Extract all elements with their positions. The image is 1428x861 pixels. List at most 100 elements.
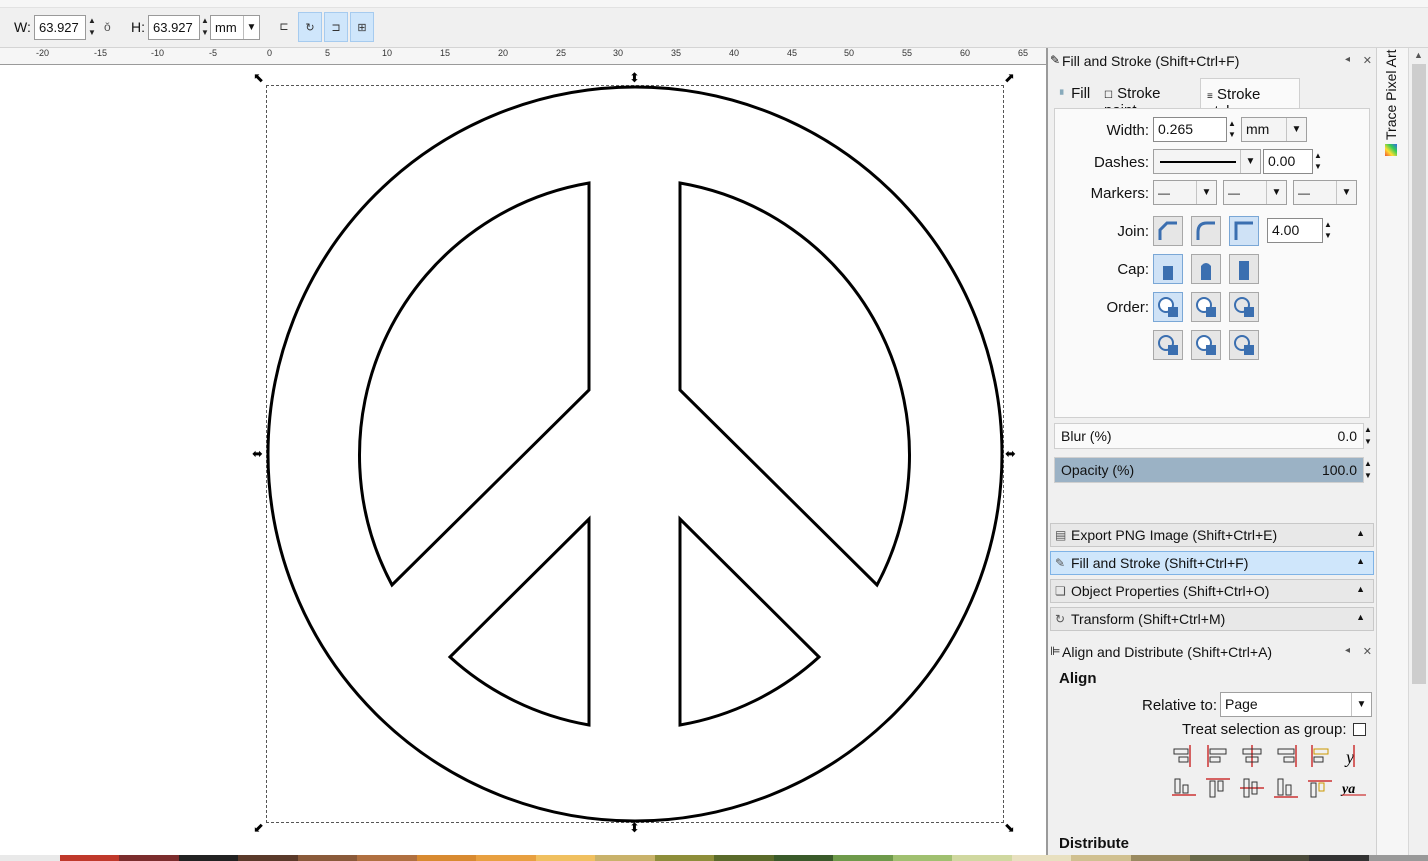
- scale-handle-left[interactable]: ⬌: [252, 447, 263, 460]
- solid-line-preview: [1160, 161, 1236, 163]
- square-cap-button[interactable]: [1229, 254, 1259, 284]
- ruler-tick: 10: [382, 48, 393, 58]
- peace-upper-right-segment[interactable]: [678, 181, 911, 588]
- round-cap-button[interactable]: [1191, 254, 1221, 284]
- align-left-edges-icon[interactable]: [1204, 743, 1232, 769]
- relative-to-select[interactable]: Page ▼: [1220, 692, 1372, 717]
- height-input[interactable]: 63.927: [148, 15, 200, 40]
- unit-value: mm: [215, 20, 237, 35]
- peace-outer-circle[interactable]: [266, 85, 1004, 823]
- align-bottom-edges-icon[interactable]: [1272, 775, 1300, 801]
- stroke-style-icon: ≡: [1207, 91, 1213, 102]
- miter-limit-input[interactable]: 4.00: [1267, 218, 1323, 243]
- tab-stroke-style[interactable]: ≡ Stroke style: [1200, 78, 1300, 120]
- bevel-join-button[interactable]: [1153, 216, 1183, 246]
- close-icon[interactable]: ✕: [1363, 54, 1372, 67]
- no-marker-icon: —: [1158, 186, 1170, 200]
- treat-as-group-checkbox[interactable]: [1353, 723, 1366, 736]
- opacity-stepper[interactable]: ▲ ▼: [1364, 458, 1374, 482]
- dock-scrollbar[interactable]: ▲: [1408, 48, 1428, 855]
- scrollbar-thumb[interactable]: [1412, 64, 1426, 684]
- scale-handle-bottom-right[interactable]: ⬊: [1004, 821, 1015, 834]
- blur-slider[interactable]: Blur (%) 0.0: [1054, 423, 1364, 449]
- scale-handle-top[interactable]: ⬍: [629, 71, 640, 84]
- object-properties-dialog-header[interactable]: ❏ Object Properties (Shift+Ctrl+O) ▲: [1050, 579, 1374, 603]
- width-input[interactable]: 63.927: [34, 15, 86, 40]
- round-join-button[interactable]: [1191, 216, 1221, 246]
- align-top-edges-icon[interactable]: [1204, 775, 1232, 801]
- start-marker-select[interactable]: — ▼: [1153, 180, 1217, 205]
- move-patterns-button[interactable]: ⊞: [350, 12, 374, 42]
- opacity-value: 100.0: [1321, 462, 1357, 478]
- end-marker-select[interactable]: — ▼: [1293, 180, 1357, 205]
- close-icon[interactable]: ✕: [1363, 645, 1372, 658]
- peace-lower-right-segment[interactable]: [678, 515, 822, 727]
- dash-offset-stepper[interactable]: ▲ ▼: [1313, 150, 1323, 172]
- scale-handle-bottom-left[interactable]: ⬋: [253, 821, 264, 834]
- stroke-width-stepper[interactable]: ▲ ▼: [1227, 118, 1237, 140]
- order-stroke-markers-fill-button[interactable]: [1191, 330, 1221, 360]
- color-palette[interactable]: [0, 855, 1428, 861]
- peace-upper-left-segment[interactable]: [358, 181, 591, 588]
- scale-handle-bottom[interactable]: ⬍: [629, 821, 640, 834]
- transform-dialog-header[interactable]: ↻ Transform (Shift+Ctrl+M) ▲: [1050, 607, 1374, 631]
- tab-stroke-paint[interactable]: ☐ Stroke paint: [1098, 78, 1198, 119]
- tab-fill[interactable]: ▘ Fill: [1054, 78, 1096, 108]
- object-properties-icon: ❏: [1055, 584, 1066, 598]
- lock-icon[interactable]: ǒ: [104, 20, 111, 34]
- center-vertical-axis-icon[interactable]: [1238, 743, 1266, 769]
- width-stepper[interactable]: ▲ ▼: [86, 15, 98, 40]
- peace-sign-drawing[interactable]: [0, 65, 1046, 855]
- stroke-width-input[interactable]: 0.265: [1153, 117, 1227, 142]
- scale-corners-button[interactable]: ↻: [298, 12, 322, 42]
- square-cap-icon: [1239, 261, 1249, 280]
- mid-marker-select[interactable]: — ▼: [1223, 180, 1287, 205]
- chevron-down-icon: ▼: [1286, 118, 1306, 141]
- miter-join-button[interactable]: [1229, 216, 1259, 246]
- move-gradients-button[interactable]: ⊐: [324, 12, 348, 42]
- order-normal-button[interactable]: [1153, 292, 1183, 322]
- peace-lower-left-segment[interactable]: [447, 515, 591, 727]
- round-join-icon: [1196, 221, 1215, 240]
- scale-handle-top-left[interactable]: ⬉: [253, 71, 264, 84]
- caret-up-icon: ▲: [1356, 556, 1365, 566]
- export-png-dialog-header[interactable]: ▤ Export PNG Image (Shift+Ctrl+E) ▲: [1050, 523, 1374, 547]
- dash-offset-input[interactable]: 0.00: [1263, 149, 1313, 174]
- unit-select[interactable]: mm ▼: [210, 15, 260, 40]
- horizontal-ruler: -20 -15 -10 -5 0 5 10 15 20 25 30 35 40 …: [0, 48, 1046, 65]
- chevron-down-icon: ▼: [1351, 693, 1371, 716]
- order-stroke-fill-markers-button[interactable]: [1191, 292, 1221, 322]
- tab-trace-pixel-art[interactable]: Trace Pixel Art: [1383, 49, 1399, 140]
- butt-cap-button[interactable]: [1153, 254, 1183, 284]
- align-right-edges-icon[interactable]: [1272, 743, 1300, 769]
- scale-handle-right[interactable]: ⬌: [1005, 447, 1016, 460]
- dash-pattern-select[interactable]: ▼: [1153, 149, 1261, 174]
- align-top-to-bottom-icon[interactable]: [1306, 775, 1334, 801]
- stroke-unit-select[interactable]: mm ▼: [1241, 117, 1307, 142]
- chevron-down-icon: ▼: [1196, 181, 1216, 204]
- order-markers-stroke-fill-button[interactable]: [1229, 330, 1259, 360]
- scale-stroke-button[interactable]: ⊏: [272, 12, 296, 42]
- scale-handle-top-right[interactable]: ⬈: [1004, 71, 1015, 84]
- caret-up-icon: ▲: [1356, 528, 1365, 538]
- blur-stepper[interactable]: ▲ ▼: [1364, 424, 1374, 448]
- drawing-canvas[interactable]: ⬉ ⬍ ⬈ ⬌ ⬌ ⬋ ⬍ ⬊: [0, 65, 1046, 855]
- miter-limit-stepper[interactable]: ▲ ▼: [1323, 219, 1333, 241]
- align-text-anchors-icon[interactable]: ya: [1340, 775, 1368, 801]
- align-right-edges-to-left-icon[interactable]: [1170, 743, 1198, 769]
- align-left-edges-to-right-icon[interactable]: [1306, 743, 1334, 769]
- opacity-slider[interactable]: Opacity (%) 100.0: [1054, 457, 1364, 483]
- scroll-up-icon[interactable]: ▲: [1414, 50, 1423, 60]
- dock-pin-icon[interactable]: ◂: [1345, 645, 1350, 656]
- dock-pin-icon[interactable]: ◂: [1345, 54, 1350, 65]
- fill-stroke-dialog-header[interactable]: ✎ Fill and Stroke (Shift+Ctrl+F) ▲: [1050, 551, 1374, 575]
- center-horizontal-axis-icon[interactable]: [1238, 775, 1266, 801]
- svg-text:y: y: [1344, 747, 1354, 767]
- align-bottom-to-top-icon[interactable]: [1170, 775, 1198, 801]
- order-fill-markers-stroke-button[interactable]: [1229, 292, 1259, 322]
- paint-order-icon: [1196, 297, 1216, 317]
- ruler-tick: 15: [440, 48, 451, 58]
- align-distribute-panel: Align Relative to: Page ▼ Treat selection…: [1050, 665, 1376, 855]
- align-baselines-icon[interactable]: y: [1340, 743, 1368, 769]
- order-markers-fill-stroke-button[interactable]: [1153, 330, 1183, 360]
